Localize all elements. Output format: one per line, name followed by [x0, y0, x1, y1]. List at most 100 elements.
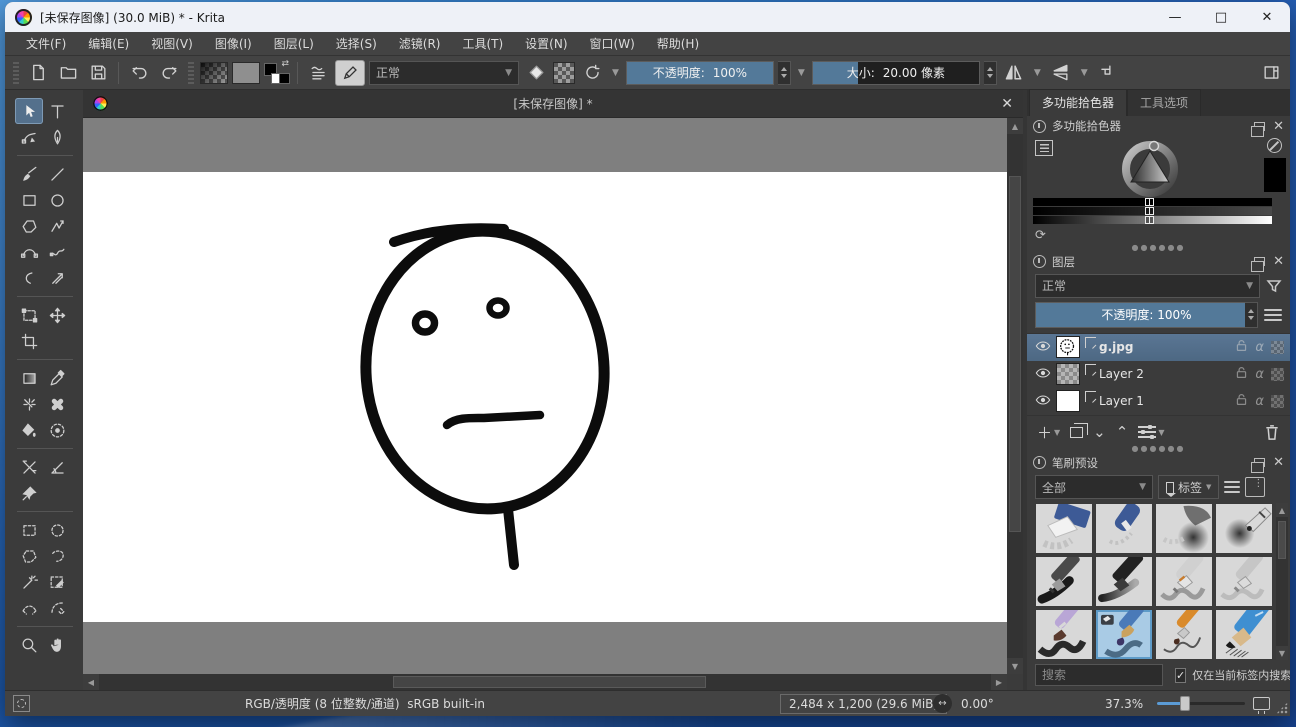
swap-colors-icon[interactable]: ⇄: [281, 59, 289, 69]
horizontal-mirror-button[interactable]: [1001, 60, 1027, 86]
brush-filter-dropdown[interactable]: 全部 ▼: [1035, 475, 1153, 499]
docker-resize-handle[interactable]: ●●●●●●: [1027, 244, 1290, 252]
redo-button[interactable]: [156, 60, 182, 86]
float-docker-icon[interactable]: [1254, 122, 1265, 131]
brush-preset-soft-eraser[interactable]: [1095, 503, 1153, 554]
brush-menu-icon[interactable]: [1224, 481, 1240, 493]
move-tool[interactable]: [43, 302, 71, 328]
reload-preset-button[interactable]: [579, 60, 605, 86]
inherit-alpha-icon[interactable]: [1271, 395, 1284, 408]
layer-row-layer-1[interactable]: Layer 1 α: [1027, 388, 1290, 415]
brush-preset-stylus-pencil[interactable]: [1035, 556, 1093, 607]
menu-tools[interactable]: 工具(T): [451, 32, 514, 55]
layer-row-layer-2[interactable]: Layer 2 α: [1027, 361, 1290, 388]
lock-icon[interactable]: [1033, 120, 1046, 133]
canvas-paper[interactable]: [83, 172, 1007, 622]
layer-opacity-spinner[interactable]: [1245, 302, 1258, 328]
update-color-icon[interactable]: ⟳: [1035, 228, 1046, 243]
brush-grid-scrollbar[interactable]: ▲ ▼: [1276, 503, 1288, 660]
brush-presets-list-button[interactable]: [305, 60, 331, 86]
brush-preset-basic-round[interactable]: [1095, 609, 1153, 660]
rotation-angle-value[interactable]: 0.00°: [961, 697, 994, 711]
crop-tool[interactable]: [15, 328, 43, 354]
fill-tool[interactable]: [15, 417, 43, 443]
wrap-around-mode-button[interactable]: [1095, 60, 1121, 86]
rectangle-tool[interactable]: [15, 187, 43, 213]
alpha-lock-icon[interactable]: α: [1255, 367, 1264, 382]
enclose-and-fill-tool[interactable]: [43, 417, 71, 443]
display-mode-icon[interactable]: [1245, 477, 1265, 497]
chevron-down-icon[interactable]: ▼: [1078, 68, 1091, 78]
color-sampler-tool[interactable]: [43, 365, 71, 391]
brush-preset-charcoal-pencil[interactable]: [1095, 556, 1153, 607]
blend-mode-dropdown[interactable]: 正常 ▼: [369, 61, 519, 85]
foreground-background-colors[interactable]: ⇄: [264, 61, 290, 85]
brush-preset-colored-pencil-blue[interactable]: [1215, 609, 1273, 660]
bezier-curve-tool[interactable]: [15, 239, 43, 265]
chevron-down-icon[interactable]: ▼: [609, 68, 622, 78]
vertical-mirror-button[interactable]: [1048, 60, 1074, 86]
menu-layer[interactable]: 图层(L): [263, 32, 325, 55]
menu-view[interactable]: 视图(V): [140, 32, 204, 55]
contiguous-selection-tool[interactable]: [43, 569, 71, 595]
opacity-spinner[interactable]: [778, 61, 791, 85]
layer-row-g-jpg[interactable]: g.jpg α: [1027, 334, 1290, 361]
transform-tool[interactable]: [15, 302, 43, 328]
edit-shapes-tool[interactable]: [15, 124, 43, 150]
layer-lock-icon[interactable]: [1235, 366, 1248, 382]
horizontal-scrollbar-thumb[interactable]: [393, 676, 705, 688]
resize-grip[interactable]: [1276, 702, 1288, 714]
scroll-right-button[interactable]: ▶: [991, 674, 1007, 690]
undo-button[interactable]: [126, 60, 152, 86]
minimize-button[interactable]: —: [1152, 2, 1198, 32]
document-close-button[interactable]: ✕: [1001, 96, 1013, 112]
scroll-up-button[interactable]: ▲: [1276, 503, 1288, 517]
dynamic-brush-tool[interactable]: [15, 265, 43, 291]
brush-editor-button[interactable]: [335, 60, 365, 86]
hue-handle[interactable]: [1150, 142, 1159, 151]
menu-edit[interactable]: 编辑(E): [77, 32, 140, 55]
brush-preset-airbrush[interactable]: [1155, 503, 1213, 554]
layer-options-menu-icon[interactable]: [1264, 309, 1282, 321]
lock-icon[interactable]: [1033, 255, 1046, 268]
shade-selector-settings-button[interactable]: [1035, 140, 1053, 156]
close-button[interactable]: ✕: [1244, 2, 1290, 32]
layer-lock-icon[interactable]: [1235, 339, 1248, 355]
reference-images-tool[interactable]: [15, 480, 43, 506]
gradient-tool[interactable]: [15, 365, 43, 391]
vertical-scrollbar[interactable]: ▲ ▼: [1007, 118, 1023, 674]
visibility-eye-icon[interactable]: [1035, 392, 1051, 411]
measure-tool[interactable]: [43, 454, 71, 480]
selection-display-icon[interactable]: [13, 695, 30, 712]
document-subwindow-titlebar[interactable]: [未保存图像] * ✕: [83, 90, 1023, 118]
brush-preset-silver-pencil[interactable]: [1215, 556, 1273, 607]
zoom-tool[interactable]: [15, 632, 43, 658]
chevron-down-icon[interactable]: ▼: [1031, 68, 1044, 78]
polygonal-selection-tool[interactable]: [15, 543, 43, 569]
multibrush-tool[interactable]: [43, 265, 71, 291]
brush-preset-silver-pen[interactable]: [1155, 556, 1213, 607]
inherit-alpha-icon[interactable]: [1271, 341, 1284, 354]
close-docker-icon[interactable]: ✕: [1273, 120, 1284, 133]
brush-preset-detail-brush[interactable]: [1155, 609, 1213, 660]
chevron-down-icon[interactable]: ▼: [795, 68, 808, 78]
tab-tool-options[interactable]: 工具选项: [1127, 89, 1201, 116]
layer-name[interactable]: Layer 1: [1099, 394, 1144, 408]
eraser-mode-button[interactable]: [523, 60, 549, 86]
layer-filter-button[interactable]: [1266, 278, 1282, 294]
brush-preset-paintbrush-wet[interactable]: [1035, 609, 1093, 660]
elliptical-selection-tool[interactable]: [43, 517, 71, 543]
pattern-chooser[interactable]: [232, 62, 260, 84]
layer-lock-icon[interactable]: [1235, 393, 1248, 409]
shade-strips[interactable]: [1027, 196, 1290, 225]
close-docker-icon[interactable]: ✕: [1273, 456, 1284, 469]
close-docker-icon[interactable]: ✕: [1273, 255, 1284, 268]
scroll-left-button[interactable]: ◀: [83, 674, 99, 690]
layer-properties-button[interactable]: ▼: [1138, 426, 1164, 438]
brush-preset-ink-pen[interactable]: [1215, 503, 1273, 554]
pan-tool[interactable]: [43, 632, 71, 658]
polygon-tool[interactable]: [15, 213, 43, 239]
menu-file[interactable]: 文件(F): [15, 32, 77, 55]
polyline-tool[interactable]: [43, 213, 71, 239]
search-in-tag-checkbox[interactable]: ✓: [1175, 668, 1186, 683]
